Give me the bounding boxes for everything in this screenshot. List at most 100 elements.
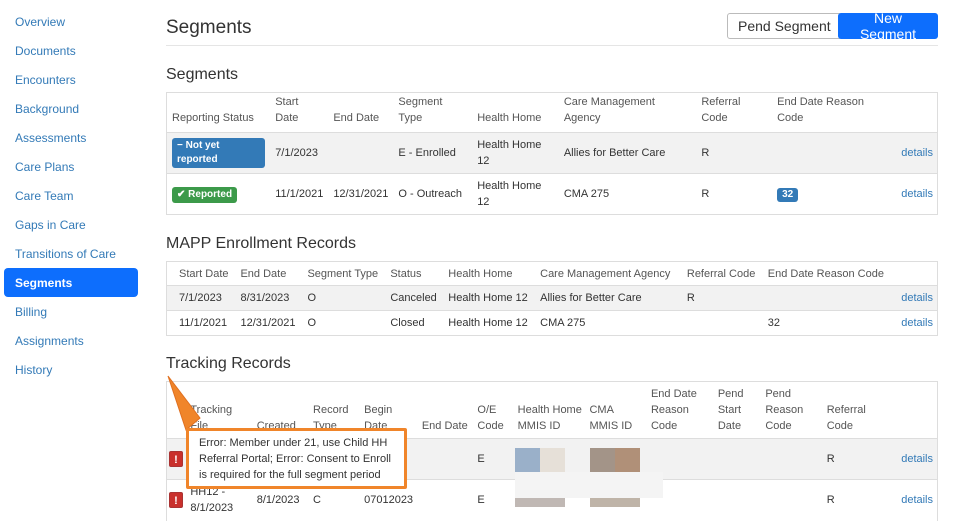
mapp-table: Start Date End Date Segment Type Status … [166,261,938,336]
column-header: Referral Code [686,267,756,280]
sidebar-item-assessments[interactable]: Assessments [0,123,140,152]
sidebar-item-documents[interactable]: Documents [0,36,140,65]
column-header: Start Date [275,96,299,124]
column-header: End Date Reason Code [767,267,884,280]
table-header-row: Start Date End Date Segment Type Status … [167,262,938,286]
cell: R [826,494,835,507]
sidebar-item-background[interactable]: Background [0,94,140,123]
cell: O [307,292,316,304]
cell [763,286,887,311]
sidebar-item-transitions-of-care[interactable]: Transitions of Care [0,239,140,268]
redacted-block [515,498,565,507]
cell [416,439,472,480]
cell: Health Home 12 [477,139,542,167]
table-row: 7/1/2023 8/31/2023 O Canceled Health Hom… [166,285,938,311]
cell: Health Home 12 [448,292,528,304]
cell: 32 [767,317,780,329]
new-segment-button[interactable]: New Segment [838,10,938,42]
sidebar: Overview Documents Encounters Background… [0,0,140,384]
column-header: End Date [333,112,380,124]
sidebar-item-care-team[interactable]: Care Team [0,181,140,210]
column-header: Care Management Agency [563,96,655,124]
cell: Closed [390,317,425,329]
sidebar-item-history[interactable]: History [0,355,140,384]
column-header: Care Management Agency [540,267,671,280]
cell: E [477,453,485,465]
column-header: Segment Type [398,96,443,124]
redacted-block [590,498,640,507]
cell: Canceled [390,292,437,304]
sidebar-item-gaps-in-care[interactable]: Gaps in Care [0,210,140,239]
column-header: Reporting Status [172,112,254,124]
redacted-block [515,448,540,472]
callout-arrow-icon [167,375,201,431]
details-link[interactable]: details [901,188,933,200]
status-badge: ✔ Reported [172,186,238,203]
cell: 11/1/2021 [179,317,228,329]
cell [416,480,472,521]
mapp-section-title: MAPP Enrollment Records [166,235,356,252]
cell: Health Home 12 [477,180,542,208]
status-badge: − Not yet reported [172,138,266,168]
segments-section-title: Segments [166,66,239,83]
cell: R [826,453,835,465]
column-header: Status [390,267,422,280]
sidebar-item-billing[interactable]: Billing [0,297,140,326]
cell: 8/31/2023 [240,292,290,304]
sidebar-item-segments[interactable]: Segments [4,268,138,297]
column-header: End Date Reason Code [777,96,864,124]
main-content: Segments Pend Segment New Segment Segmen… [166,0,938,521]
redacted-block [515,472,663,498]
error-icon[interactable]: ! [169,450,183,467]
page-title: Segments [166,17,252,38]
cell [772,133,894,174]
cell: Allies for Better Care [563,147,666,159]
cell: E [477,494,485,507]
segments-table: Reporting Status Start Date End Date Seg… [166,92,938,215]
cell: O - Outreach [398,188,462,200]
table-header-row: Reporting Status Start Date End Date Seg… [167,93,938,133]
pend-segment-button[interactable]: Pend Segment [727,13,842,39]
column-header: Segment Type [307,267,379,280]
column-header: Health Home [448,267,513,280]
cell: CMA 275 [540,317,586,329]
column-header: Pend Start Date [717,388,744,432]
cell: 12/31/2021 [333,188,389,200]
cell: R [701,188,710,200]
details-link[interactable]: details [901,494,933,506]
cell: O [307,317,316,329]
error-tooltip: Error: Member under 21, use Child HH Ref… [186,428,407,489]
column-header: End Date [240,267,287,280]
details-link[interactable]: details [901,317,933,329]
column-header: O/E Code [477,404,504,432]
page-header: Segments Pend Segment New Segment [166,0,938,46]
cell: Allies for Better Care [540,292,642,304]
details-link[interactable]: details [901,453,933,465]
details-link[interactable]: details [901,147,933,159]
cell: R [686,292,695,304]
cell: CMA 275 [563,188,610,200]
sidebar-item-care-plans[interactable]: Care Plans [0,152,140,181]
reason-code-badge: 32 [777,188,799,202]
cell: R [701,147,710,159]
cell: 7/1/2023 [179,292,222,304]
cell: 11/1/2021 [275,188,324,200]
column-header: CMA MMIS ID [589,404,633,432]
cell: 12/31/2021 [240,317,296,329]
error-icon[interactable]: ! [169,491,183,508]
column-header: End Date Reason Code [650,388,697,432]
redacted-block [540,448,565,472]
details-link[interactable]: details [901,292,933,304]
redacted-block [590,448,615,472]
column-header: Referral Code [701,96,741,124]
sidebar-item-encounters[interactable]: Encounters [0,65,140,94]
table-row: − Not yet reported 7/1/2023 E - Enrolled… [166,132,938,174]
column-header: Pend Reason Code [765,388,804,432]
cell: E - Enrolled [398,147,456,159]
redacted-block [615,448,640,472]
cell: 7/1/2023 [275,147,319,159]
cell [682,311,763,336]
column-header: Health Home MMIS ID [517,404,582,432]
sidebar-item-overview[interactable]: Overview [0,7,140,36]
sidebar-item-assignments[interactable]: Assignments [0,326,140,355]
